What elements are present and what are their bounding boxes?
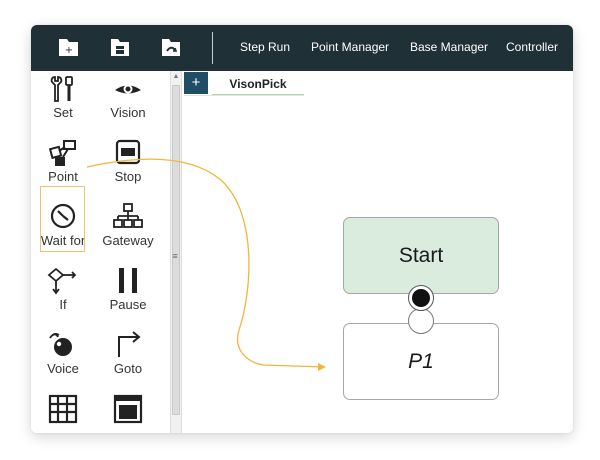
goto-arrow-icon [118,331,141,357]
top-toolbar: + Step Run Point Manager Base Manager Co… [31,25,573,71]
node-label: P1 [408,350,434,373]
toolbar-separator [212,32,213,64]
add-tab-button[interactable]: + [184,72,208,94]
stop-icon [115,139,141,165]
gateway-tree-icon [113,203,143,228]
node-input-port[interactable] [408,308,434,334]
panel-splitter-handle[interactable]: ≡ [171,251,179,261]
menu-step-run[interactable]: Step Run [240,40,290,54]
window-icon [113,394,143,424]
scroll-up-arrow-icon[interactable]: ▲ [171,71,181,83]
new-flow-icon[interactable]: + [57,35,81,59]
palette-item-wait-for[interactable]: Wait for [33,199,93,259]
palette-item-set[interactable]: Set [33,71,93,131]
tab-strip-divider [184,95,304,96]
palette-item-if[interactable]: If [33,263,93,323]
scrollbar-thumb[interactable] [172,85,180,415]
palette-item-window[interactable] [98,391,158,433]
save-flow-icon[interactable] [108,35,132,59]
palette-label: Vision [110,105,146,120]
menu-point-manager[interactable]: Point Manager [311,40,389,54]
point-nodes-icon [48,140,76,166]
flow-node-start[interactable]: Start [343,217,499,294]
eye-icon [115,84,141,94]
voice-icon [49,333,72,356]
node-label: Start [398,244,444,267]
palette-item-stop[interactable]: Stop [98,135,158,195]
node-palette: Set Vision Point Stop Wait for Gateway I… [31,71,170,433]
menu-controller[interactable]: Controller [506,40,558,54]
palette-item-vision[interactable]: Vision [98,71,158,131]
palette-label: Pause [109,297,147,312]
svg-text:+: + [65,45,73,56]
palette-item-goto[interactable]: Goto [98,327,158,387]
load-flow-icon[interactable] [159,35,183,59]
flow-editor-window: + Step Run Point Manager Base Manager Co… [31,25,573,433]
pause-icon [119,268,137,293]
flow-node-p1[interactable]: P1 [343,323,499,400]
palette-item-voice[interactable]: Voice [33,327,93,387]
flow-canvas[interactable]: + VisonPick Start P1 [182,71,573,433]
palette-item-gateway[interactable]: Gateway [98,199,158,259]
palette-label: Gateway [102,233,154,248]
node-output-port[interactable] [408,285,434,311]
if-branch-icon [47,267,77,295]
palette-label: Goto [113,361,143,376]
palette-item-pause[interactable]: Pause [98,263,158,323]
palette-item-grid[interactable] [33,391,93,433]
menu-base-manager[interactable]: Base Manager [410,40,488,54]
palette-item-point[interactable]: Point [33,135,93,195]
grid-icon [48,394,78,424]
tab-visonpick[interactable]: VisonPick [212,74,304,96]
wrench-screwdriver-icon [50,76,73,102]
clock-icon [50,203,76,229]
palette-label: Stop [114,169,142,184]
